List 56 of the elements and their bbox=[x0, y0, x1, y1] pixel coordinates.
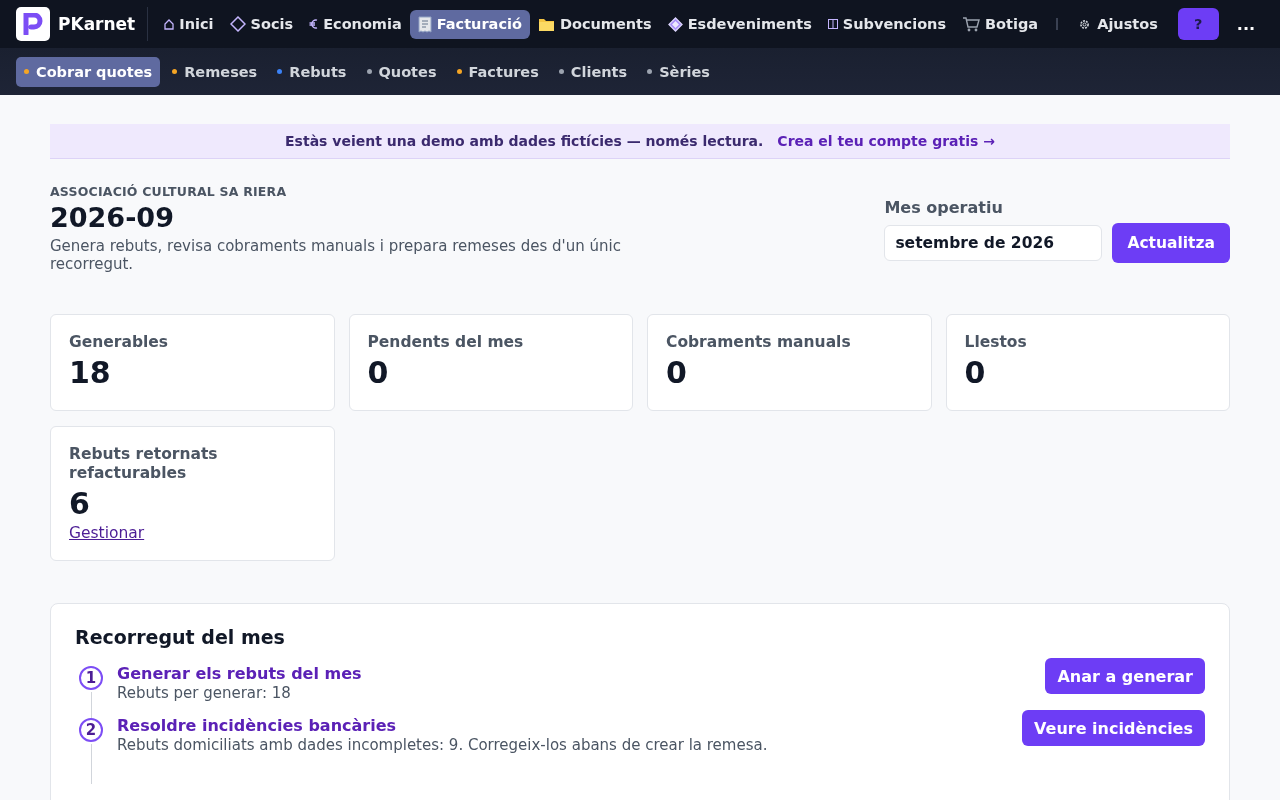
step-title[interactable]: Generar els rebuts del mes bbox=[117, 664, 1032, 683]
columns-icon bbox=[827, 19, 838, 29]
stat-value: 0 bbox=[964, 354, 987, 392]
update-button[interactable]: Actualitza bbox=[1112, 223, 1230, 263]
step-title[interactable]: Resoldre incidències bancàries bbox=[117, 716, 1009, 735]
nav-tab[interactable]: Subvencions bbox=[819, 9, 955, 39]
settings-link[interactable]: Ajustos bbox=[1072, 9, 1164, 39]
step-button[interactable]: Veure incidències bbox=[1022, 710, 1205, 746]
step-button[interactable]: Anar a generar bbox=[1045, 658, 1205, 694]
stat-value: 0 bbox=[666, 354, 688, 392]
subnav-tab[interactable]: Factures bbox=[448, 56, 547, 87]
nav-tab[interactable]: Facturació bbox=[409, 9, 530, 39]
euro-icon bbox=[309, 18, 319, 30]
diamond-icon bbox=[229, 16, 246, 32]
nav-tab[interactable]: Economia bbox=[301, 9, 410, 39]
field-label: Mes operatiu bbox=[884, 198, 1004, 217]
step-number: 2 bbox=[79, 718, 103, 742]
subnav-tab[interactable]: Rebuts bbox=[269, 56, 355, 87]
page-description: Genera rebuts, revisa cobraments manuals i prepara remeses des d'un únic recorregut. bbox=[50, 237, 622, 273]
subnav-tab[interactable]: Quotes bbox=[358, 56, 445, 87]
organization-name: ASSOCIACIÓ CULTURAL SA RIERA bbox=[50, 184, 288, 199]
folder-icon bbox=[537, 16, 555, 32]
manage-link[interactable]: Gestionar bbox=[69, 524, 145, 542]
subnav-tab[interactable]: Sèries bbox=[639, 56, 718, 87]
nav-tab[interactable]: Botiga bbox=[954, 9, 1047, 39]
subnav-tab[interactable]: Clients bbox=[550, 56, 636, 87]
stat-value: 0 bbox=[367, 354, 390, 392]
stat-label: Llestos bbox=[964, 333, 1028, 352]
subnav-tab[interactable]: Remeses bbox=[164, 56, 266, 87]
month-field[interactable]: setembre de 2026 bbox=[884, 225, 1103, 261]
demo-notice: Estàs veient una demo amb dades fictícies — només lectura. bbox=[285, 133, 764, 149]
subnav-tab[interactable]: Cobrar quotes bbox=[16, 56, 161, 87]
stat-value: 6 bbox=[69, 485, 91, 523]
signup-link[interactable]: Crea el teu compte gratis → bbox=[777, 133, 995, 149]
page-title: 2026-09 bbox=[50, 201, 175, 235]
stat-label: Generables bbox=[69, 333, 170, 352]
stat-label: Rebuts retornats refacturables bbox=[69, 445, 219, 483]
nav-tab[interactable]: Inici bbox=[156, 9, 222, 39]
cart-icon bbox=[962, 16, 981, 32]
step-description: Rebuts domiciliats amb dades incompletes: 9. Corregeix-los abans de crear la remesa. bbox=[117, 736, 769, 754]
gear-icon bbox=[1078, 17, 1092, 31]
diamond-icon bbox=[667, 16, 683, 32]
stat-label: Cobraments manuals bbox=[666, 333, 852, 352]
receipt-icon bbox=[417, 15, 432, 33]
stat-label: Pendents del mes bbox=[367, 333, 525, 352]
nav-tab[interactable]: Esdeveniments bbox=[659, 9, 820, 39]
nav-tab[interactable]: Documents bbox=[529, 9, 660, 39]
more-button[interactable]: ... bbox=[1236, 14, 1256, 34]
step-description: Rebuts per generar: 18 bbox=[117, 684, 292, 702]
home-icon bbox=[164, 18, 175, 30]
step-number: 1 bbox=[79, 666, 103, 690]
stat-value: 18 bbox=[69, 354, 112, 392]
nav-tab[interactable]: Socis bbox=[221, 9, 302, 39]
panel-title: Recorregut del mes bbox=[75, 626, 286, 648]
logo-icon[interactable] bbox=[16, 7, 50, 41]
app-name: PKarnet bbox=[58, 14, 136, 34]
